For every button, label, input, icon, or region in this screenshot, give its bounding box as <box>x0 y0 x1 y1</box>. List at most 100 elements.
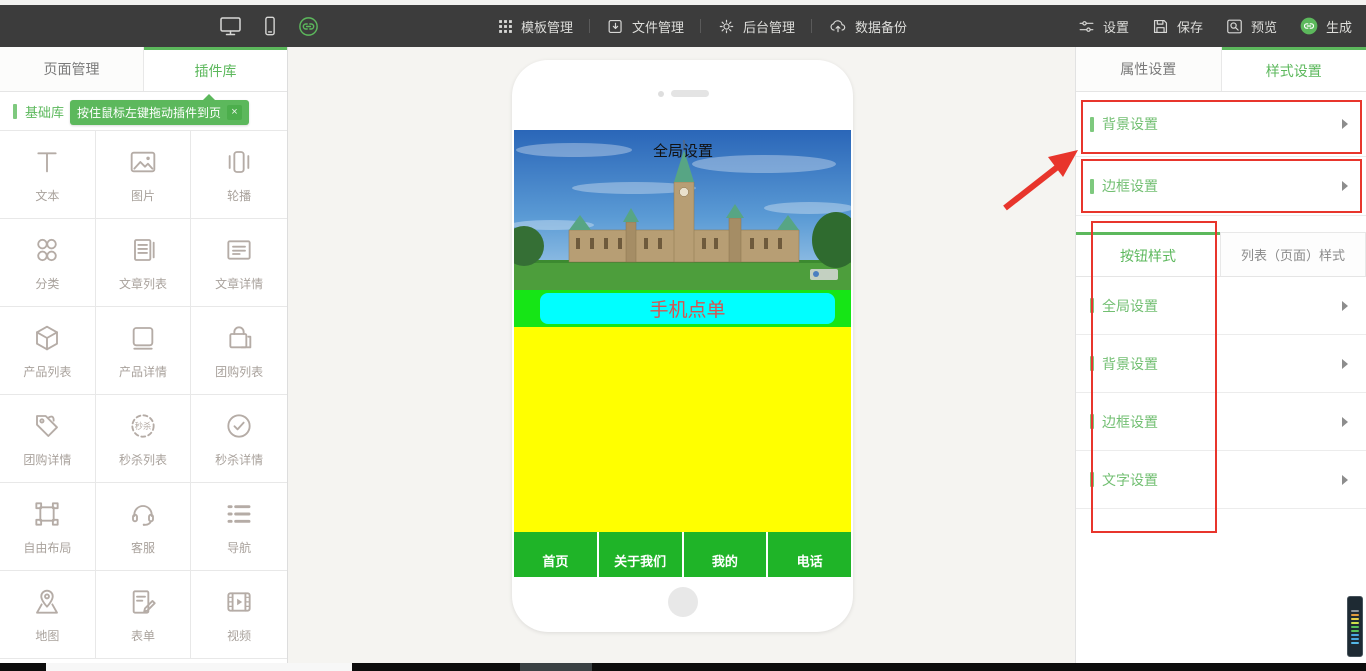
top-toolbar: 模板管理 文件管理 后台管理 数据备份 设置 <box>0 5 1366 47</box>
plugin-item-article-list[interactable]: 文章列表 <box>96 219 192 307</box>
plugin-item-category[interactable]: 分类 <box>0 219 96 307</box>
row-label: 背景设置 <box>1102 114 1158 134</box>
row-background-settings[interactable]: 背景设置 <box>1076 92 1366 157</box>
row-text-settings[interactable]: 文字设置 <box>1076 451 1366 509</box>
green-bar-icon <box>1090 298 1094 313</box>
tab-button-style[interactable]: 按钮样式 <box>1076 232 1220 276</box>
tab-attribute-settings[interactable]: 属性设置 <box>1076 47 1222 91</box>
plugin-item-seckill-list[interactable]: 秒杀秒杀列表 <box>96 395 192 483</box>
marker-stripe <box>1351 614 1359 616</box>
backend-manage-label: 后台管理 <box>743 17 795 36</box>
plugin-item-article-detail[interactable]: 文章详情 <box>191 219 287 307</box>
mobile-preview-icon[interactable] <box>259 14 281 38</box>
plugin-label: 秒杀列表 <box>119 451 167 468</box>
save-button[interactable]: 保存 <box>1151 17 1203 36</box>
tab-plugin-library[interactable]: 插件库 <box>144 47 287 91</box>
banner-text: 手机点单 <box>649 295 725 322</box>
video-icon <box>223 586 255 618</box>
preview-button[interactable]: 预览 <box>1225 17 1277 36</box>
nav-item-about[interactable]: 关于我们 <box>597 532 682 577</box>
plugin-item-map[interactable]: 地图 <box>0 571 96 659</box>
template-manage-button[interactable]: 模板管理 <box>497 17 573 36</box>
preview-label: 预览 <box>1251 17 1277 36</box>
file-manage-button[interactable]: 文件管理 <box>606 17 684 36</box>
banner-widget[interactable]: 手机点单 <box>514 290 851 327</box>
plugin-item-text[interactable]: 文本 <box>0 131 96 219</box>
svg-text:秒杀: 秒杀 <box>135 420 152 430</box>
generate-button[interactable]: 生成 <box>1299 16 1352 36</box>
row-global-settings[interactable]: 全局设置 <box>1076 277 1366 335</box>
plugin-item-video[interactable]: 视频 <box>191 571 287 659</box>
product-list-icon <box>31 322 63 354</box>
row-label: 边框设置 <box>1102 412 1158 432</box>
chevron-right-icon <box>1342 359 1348 369</box>
plugin-item-product-list[interactable]: 产品列表 <box>0 307 96 395</box>
green-bar-icon <box>1090 117 1094 132</box>
row-button-background-settings[interactable]: 背景设置 <box>1076 335 1366 393</box>
preview-magnifier-icon <box>1225 17 1244 36</box>
scrollbar-segment <box>520 663 592 671</box>
tab-page-manage-label: 页面管理 <box>44 59 100 79</box>
app-window: 模板管理 文件管理 后台管理 数据备份 设置 <box>0 0 1366 671</box>
desktop-preview-icon[interactable] <box>218 14 243 38</box>
green-bar-icon <box>1090 472 1094 487</box>
plugin-label: 图片 <box>131 187 155 204</box>
tab-list-page-style[interactable]: 列表（页面）样式 <box>1220 232 1366 276</box>
phone-screen: 手机点单 首页 关于我们 我的 电话 <box>514 130 851 577</box>
plugin-item-nav[interactable]: 导航 <box>191 483 287 571</box>
toolbar-menu: 模板管理 文件管理 后台管理 数据备份 <box>497 5 907 47</box>
chevron-right-icon <box>1342 181 1348 191</box>
phone-home-button <box>668 587 698 617</box>
plugin-item-groupbuy-list[interactable]: 团购列表 <box>191 307 287 395</box>
phone-bottom-nav: 首页 关于我们 我的 电话 <box>514 532 851 577</box>
grid-icon <box>497 18 514 35</box>
template-manage-label: 模板管理 <box>521 17 573 36</box>
link-preview-icon[interactable] <box>297 15 320 38</box>
content-placeholder-widget[interactable] <box>514 327 851 532</box>
plugin-label: 轮播 <box>227 187 251 204</box>
save-label: 保存 <box>1177 17 1203 36</box>
text-icon <box>31 146 63 178</box>
plugin-item-carousel[interactable]: 轮播 <box>191 131 287 219</box>
chevron-right-icon <box>1342 417 1348 427</box>
green-bar-icon <box>1090 356 1094 371</box>
tab-attribute-label: 属性设置 <box>1120 59 1176 79</box>
chevron-right-icon <box>1342 475 1348 485</box>
groupbuy-detail-icon <box>31 410 63 442</box>
row-button-border-settings[interactable]: 边框设置 <box>1076 393 1366 451</box>
phone-banner-button[interactable]: 手机点单 <box>540 293 835 324</box>
right-panel: 属性设置 样式设置 背景设置 边框设置 按钮样式 列表（页面）样式 全局设置 背… <box>1075 47 1366 663</box>
tab-style-settings[interactable]: 样式设置 <box>1222 47 1366 91</box>
chevron-right-icon <box>1342 119 1348 129</box>
plugin-label: 产品详情 <box>119 363 167 380</box>
tab-list-page-style-label: 列表（页面）样式 <box>1241 245 1345 264</box>
row-label: 背景设置 <box>1102 354 1158 374</box>
plugin-item-image[interactable]: 图片 <box>96 131 192 219</box>
tab-page-manage[interactable]: 页面管理 <box>0 47 144 91</box>
nav-item-mine[interactable]: 我的 <box>682 532 767 577</box>
marker-stripe <box>1351 618 1359 620</box>
plugin-item-free-layout[interactable]: 自由布局 <box>0 483 96 571</box>
backend-manage-button[interactable]: 后台管理 <box>717 17 795 36</box>
annotation-global-settings: 全局设置 <box>653 140 713 161</box>
seckill-detail-icon <box>223 410 255 442</box>
plugin-item-groupbuy-detail[interactable]: 团购详情 <box>0 395 96 483</box>
tab-plugin-library-label: 插件库 <box>195 61 237 81</box>
phone-speaker-bar <box>671 90 709 97</box>
scroll-marker-widget[interactable] <box>1347 596 1363 657</box>
settings-button[interactable]: 设置 <box>1077 17 1129 36</box>
data-backup-button[interactable]: 数据备份 <box>828 17 907 36</box>
nav-item-phone[interactable]: 电话 <box>766 532 851 577</box>
plugin-item-service[interactable]: 客服 <box>96 483 192 571</box>
plugin-item-form[interactable]: 表单 <box>96 571 192 659</box>
toolbar-divider <box>700 19 701 33</box>
nav-item-home[interactable]: 首页 <box>514 532 597 577</box>
scrollbar-thumb[interactable] <box>46 663 352 671</box>
marker-stripe <box>1351 622 1359 624</box>
plugin-label: 文章详情 <box>215 275 263 292</box>
plugin-item-seckill-detail[interactable]: 秒杀详情 <box>191 395 287 483</box>
seckill-list-icon: 秒杀 <box>127 410 159 442</box>
plugin-item-product-detail[interactable]: 产品详情 <box>96 307 192 395</box>
row-border-settings[interactable]: 边框设置 <box>1076 157 1366 216</box>
tooltip-close-icon[interactable]: × <box>227 105 242 120</box>
